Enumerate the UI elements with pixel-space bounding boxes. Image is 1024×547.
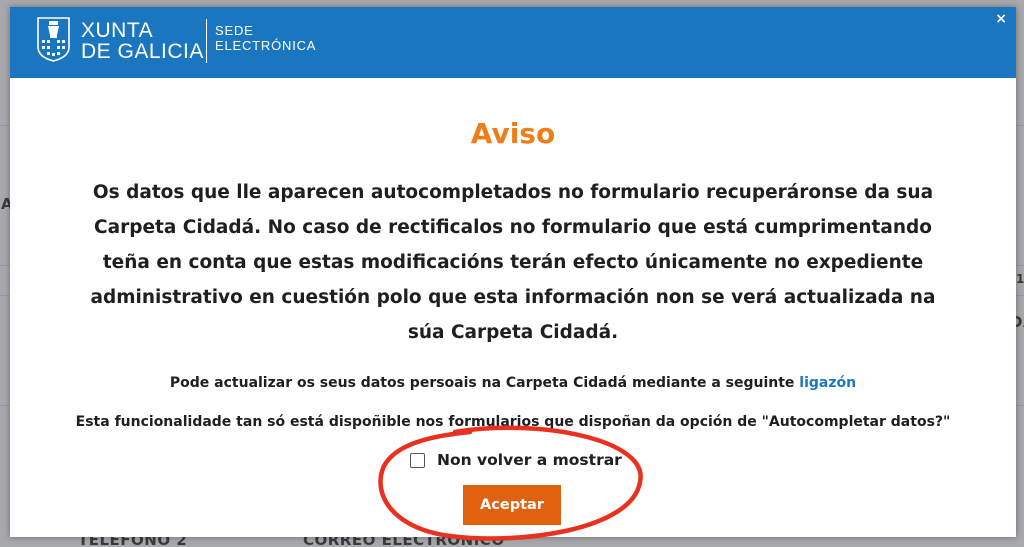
update-text: Pode actualizar os seus datos persoais n… <box>169 375 795 391</box>
subtitle-line-1: SEDE <box>215 23 254 38</box>
brand-name: XUNTA DE GALICIA <box>81 20 204 62</box>
modal-title: Aviso <box>470 117 556 150</box>
accept-button[interactable]: Aceptar <box>463 485 561 525</box>
dont-show-again-checkbox[interactable] <box>410 452 425 468</box>
xunta-shield-icon <box>37 17 70 62</box>
availability-text: Esta funcionalidade tan só está dispoñib… <box>75 414 951 430</box>
update-link[interactable]: ligazón <box>799 375 856 391</box>
bg-fragment-right: 1 <box>1016 272 1024 286</box>
subtitle-line-2: ELECTRÓNICA <box>215 38 317 53</box>
close-icon[interactable]: × <box>995 12 1007 26</box>
dont-show-again-label[interactable]: Non volver a mostrar <box>437 450 622 470</box>
notice-message: Os datos que lle aparecen autocompletado… <box>90 182 936 343</box>
brand-line-1: XUNTA <box>81 19 154 42</box>
dont-show-again-option[interactable]: Non volver a mostrar <box>410 450 622 470</box>
logo-divider <box>206 19 207 63</box>
notice-modal: XUNTA DE GALICIA SEDE ELECTRÓNICA × Avis… <box>10 7 1016 537</box>
brand-subtitle: SEDE ELECTRÓNICA <box>215 23 316 53</box>
modal-header: XUNTA DE GALICIA SEDE ELECTRÓNICA × <box>10 7 1016 78</box>
update-info: Pode actualizar os seus datos persoais n… <box>10 373 1016 393</box>
brand-line-2: DE GALICIA <box>81 40 204 63</box>
